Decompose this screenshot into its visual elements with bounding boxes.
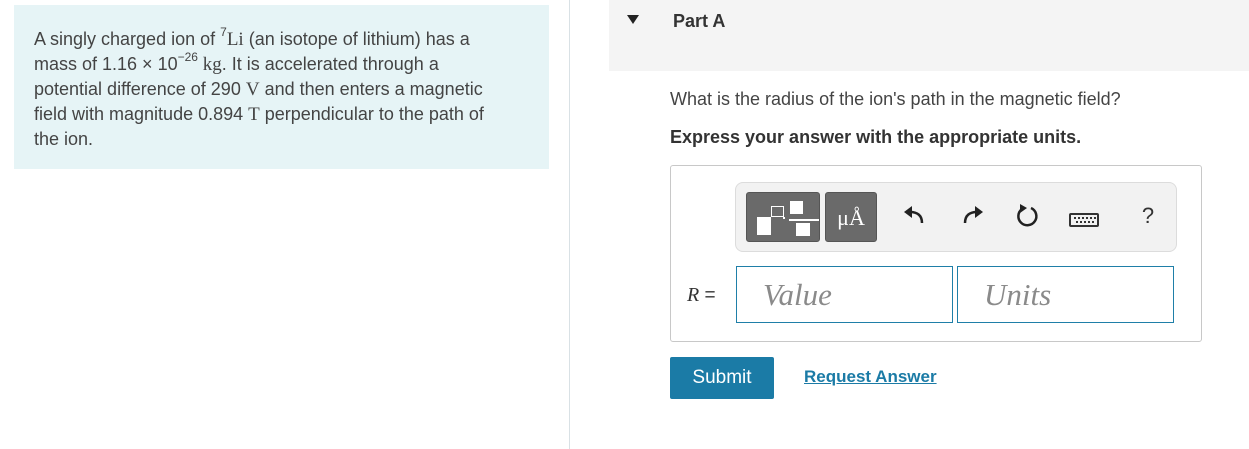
math-toolbar: μÅ ? <box>735 182 1177 252</box>
problem-text: and then enters a magnetic <box>259 79 483 99</box>
keyboard-icon[interactable] <box>1069 213 1099 227</box>
problem-text: A singly charged ion of <box>34 29 221 49</box>
problem-text: perpendicular to the path of <box>259 104 484 124</box>
mass-exponent: −26 <box>177 50 198 64</box>
unit-kg: kg <box>197 54 222 75</box>
problem-text: (an isotope of lithium) has a <box>243 29 470 49</box>
instruction-text: Express your answer with the appropriate… <box>670 127 1082 147</box>
templates-icon[interactable] <box>746 192 820 242</box>
isotope-mass-number: 7 <box>220 25 227 39</box>
problem-text: field with magnitude 0.894 <box>34 104 249 124</box>
request-answer-link[interactable]: Request Answer <box>804 367 937 387</box>
problem-text: mass of 1.16 × 10 <box>34 54 178 74</box>
submit-button[interactable]: Submit <box>670 357 774 399</box>
units-icon[interactable]: μÅ <box>825 192 877 242</box>
problem-text: potential difference of 290 <box>34 79 246 99</box>
redo-icon[interactable] <box>957 201 987 231</box>
reset-icon[interactable] <box>1012 201 1042 231</box>
panel-divider <box>569 0 570 449</box>
units-input[interactable]: Units <box>957 266 1174 323</box>
collapse-caret-icon[interactable] <box>627 15 639 24</box>
question-text: What is the radius of the ion's path in … <box>670 89 1121 109</box>
variable-symbol: R <box>687 284 700 306</box>
isotope-symbol: Li <box>226 29 244 50</box>
unit-volt: V <box>245 79 260 100</box>
unit-tesla: T <box>248 104 260 125</box>
value-input[interactable]: Value <box>736 266 953 323</box>
problem-text: . It is accelerated through a <box>221 54 439 74</box>
answer-variable-label: R = <box>687 284 716 307</box>
problem-text: the ion. <box>34 129 94 149</box>
help-icon[interactable]: ? <box>1136 201 1160 231</box>
equals-sign: = <box>699 285 716 306</box>
problem-statement: A singly charged ion of 7Li (an isotope … <box>14 5 549 169</box>
undo-icon[interactable] <box>900 201 930 231</box>
part-title[interactable]: Part A <box>673 11 725 32</box>
